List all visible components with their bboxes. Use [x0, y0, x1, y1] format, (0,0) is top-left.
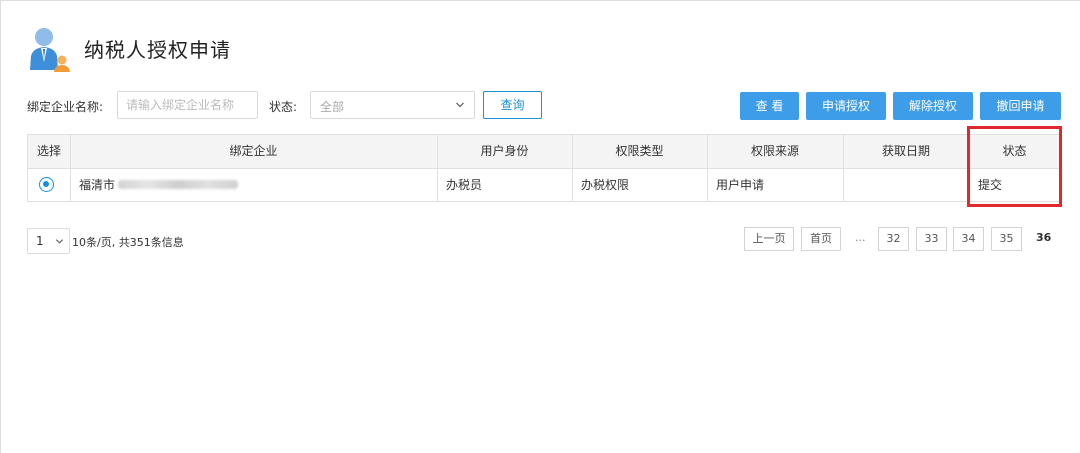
authorization-table: 选择 绑定企业 用户身份 权限类型 权限来源 获取日期 状态 福清市 办税员 办… [27, 134, 1061, 202]
header-user-role: 用户身份 [480, 144, 529, 158]
cell-user-role: 办税员 [446, 178, 483, 192]
frame-top-border [0, 0, 1080, 1]
frame-left-border [0, 0, 1, 453]
page-size-select[interactable]: 1 [27, 228, 70, 254]
status-select[interactable]: 全部 [310, 91, 475, 119]
chevron-down-icon [55, 239, 64, 244]
view-button[interactable]: 查 看 [740, 92, 799, 120]
status-column-highlight [967, 126, 1062, 207]
company-name-label: 绑定企业名称: [27, 100, 104, 114]
redacted-company-name [118, 180, 238, 189]
prev-page-button[interactable]: 上一页 [744, 227, 794, 251]
current-page: 36 [1036, 231, 1052, 244]
status-label: 状态: [269, 100, 298, 114]
page-button-35[interactable]: 35 [991, 227, 1022, 251]
page-button-34[interactable]: 34 [953, 227, 984, 251]
status-select-value: 全部 [320, 100, 345, 114]
header-company: 绑定企业 [229, 144, 278, 158]
row-select-radio[interactable] [39, 177, 54, 192]
header-acquired-date: 获取日期 [881, 144, 930, 158]
page-button-33[interactable]: 33 [916, 227, 947, 251]
cell-permission-source: 用户申请 [716, 178, 765, 192]
company-name-input[interactable] [117, 91, 258, 119]
user-avatar-icon [27, 26, 71, 72]
chevron-down-icon [456, 102, 464, 108]
header-permission-source: 权限来源 [750, 144, 799, 158]
page-size-value: 1 [36, 234, 44, 248]
page-ellipsis: ... [855, 231, 866, 244]
cell-acquired-date [843, 169, 969, 201]
query-button[interactable]: 查询 [483, 91, 542, 119]
page-title: 纳税人授权申请 [84, 38, 231, 62]
cell-permission-type: 办税权限 [581, 178, 630, 192]
page-button-32[interactable]: 32 [878, 227, 909, 251]
apply-authorization-button[interactable]: 申请授权 [806, 92, 886, 120]
revoke-authorization-button[interactable]: 解除授权 [893, 92, 973, 120]
header-permission-type: 权限类型 [615, 144, 664, 158]
withdraw-application-button[interactable]: 撤回申请 [980, 92, 1061, 120]
header-select: 选择 [36, 144, 61, 158]
first-page-button[interactable]: 首页 [801, 227, 841, 251]
page-info: 10条/页, 共351条信息 [72, 236, 184, 249]
